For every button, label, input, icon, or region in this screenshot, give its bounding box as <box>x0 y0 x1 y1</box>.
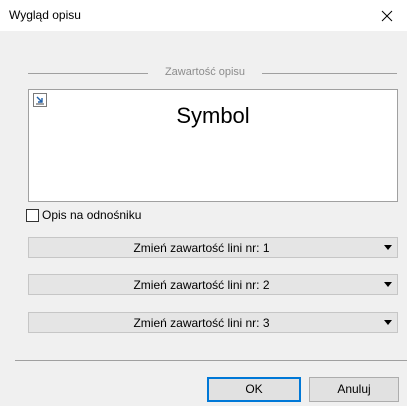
title-bar: Wygląd opisu <box>0 0 407 31</box>
close-button[interactable] <box>367 0 407 31</box>
chevron-down-icon <box>384 245 392 250</box>
dropdown-label: Zmień zawartość lini nr: 1 <box>133 241 270 255</box>
dropdown-label: Zmień zawartość lini nr: 3 <box>133 316 270 330</box>
cancel-button[interactable]: Anuluj <box>309 377 399 402</box>
dropdown-line-3[interactable]: Zmień zawartość lini nr: 3 <box>28 312 398 333</box>
dropdown-line-2[interactable]: Zmień zawartość lini nr: 2 <box>28 274 398 295</box>
group-divider-left <box>28 73 148 74</box>
dialog-window: Wygląd opisu Zawartość opisu Symbol Opis… <box>0 0 407 406</box>
dropdown-line-1[interactable]: Zmień zawartość lini nr: 1 <box>28 237 398 258</box>
group-title: Zawartość opisu <box>164 66 246 78</box>
checkbox-label: Opis na odnośniku <box>42 208 142 222</box>
close-icon <box>381 10 393 21</box>
chevron-down-icon <box>384 320 392 325</box>
footer-divider <box>15 360 407 361</box>
checkbox-opis-na-odnosniku[interactable]: Opis na odnośniku <box>26 208 141 222</box>
group-divider-right <box>262 73 397 74</box>
checkbox-box[interactable] <box>26 208 39 222</box>
window-title: Wygląd opisu <box>9 8 81 22</box>
chevron-down-icon <box>384 282 392 287</box>
preview-symbol-text: Symbol <box>176 103 250 128</box>
dropdown-label: Zmień zawartość lini nr: 2 <box>133 278 270 292</box>
ok-button[interactable]: OK <box>207 377 301 402</box>
